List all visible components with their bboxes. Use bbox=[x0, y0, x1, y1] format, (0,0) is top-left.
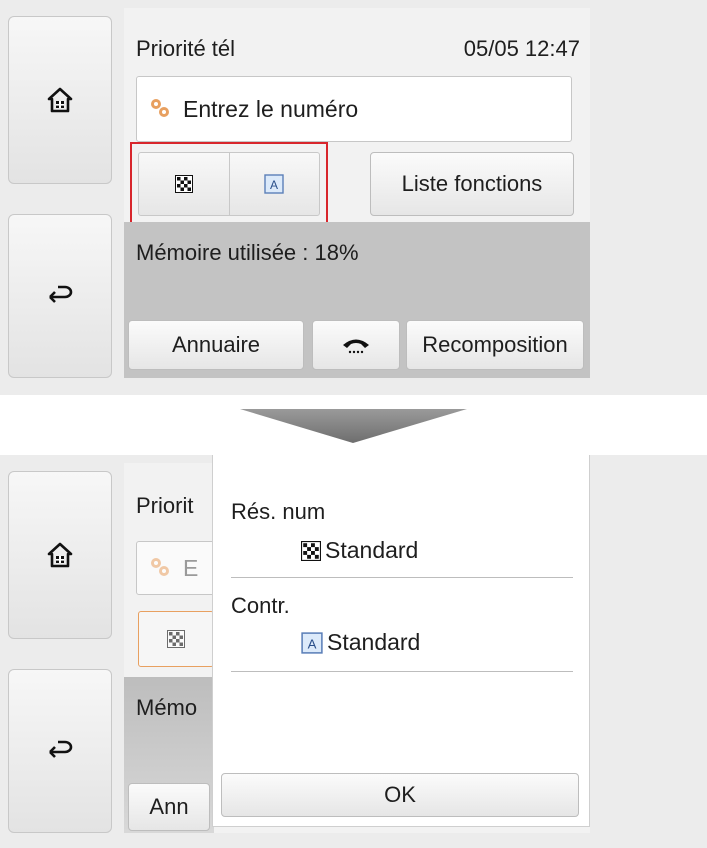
key-icon bbox=[151, 99, 169, 117]
fax-screen-before: Priorité tél 05/05 12:47 Entrez le numér… bbox=[0, 0, 707, 395]
resolution-toggle[interactable] bbox=[139, 153, 229, 215]
back-button[interactable] bbox=[8, 214, 112, 378]
fax-screen-after: Priorit E Mémo Ann Rés. num Standard Con… bbox=[0, 455, 707, 848]
fax-number-placeholder: Entrez le numéro bbox=[183, 95, 359, 122]
hook-button[interactable] bbox=[312, 320, 400, 370]
contrast-toggle[interactable]: A bbox=[228, 153, 320, 215]
resolution-value[interactable]: Standard bbox=[301, 537, 418, 564]
svg-text:A: A bbox=[308, 636, 317, 651]
contrast-label: Contr. bbox=[231, 593, 290, 618]
memory-panel-fragment: Mémo Ann bbox=[124, 677, 214, 833]
datetime: 05/05 12:47 bbox=[463, 36, 580, 61]
redial-button[interactable]: Recomposition bbox=[406, 320, 584, 370]
home-icon bbox=[47, 87, 73, 113]
memory-fragment: Mémo bbox=[136, 695, 198, 720]
contrast-value-text: Standard bbox=[327, 629, 421, 655]
function-list-button[interactable]: Liste fonctions bbox=[370, 152, 574, 216]
directory-button[interactable]: Annuaire bbox=[128, 320, 304, 370]
resolution-value-text: Standard bbox=[325, 537, 419, 563]
contrast-a-icon: A bbox=[264, 174, 284, 194]
checker-icon bbox=[167, 630, 185, 648]
phone-hook-icon bbox=[343, 339, 369, 354]
transition-arrow bbox=[0, 395, 707, 455]
fax-settings-fragment bbox=[138, 611, 214, 667]
checker-icon bbox=[301, 540, 321, 561]
down-arrow-icon bbox=[240, 409, 467, 443]
memory-usage: Mémoire utilisée : 18% bbox=[136, 240, 359, 265]
popup-divider bbox=[231, 577, 573, 578]
fax-number-input[interactable]: Entrez le numéro bbox=[136, 76, 572, 142]
back-icon bbox=[49, 740, 73, 758]
back-icon bbox=[49, 285, 73, 303]
home-icon bbox=[47, 542, 73, 568]
fax-main-panel: Priorité tél 05/05 12:47 Entrez le numér… bbox=[124, 8, 590, 378]
memory-panel: Mémoire utilisée : 18% Annuaire Recompos… bbox=[124, 222, 590, 378]
contrast-value[interactable]: A Standard bbox=[301, 629, 420, 656]
home-button[interactable] bbox=[8, 16, 112, 184]
resolution-label: Rés. num bbox=[231, 499, 326, 524]
home-button[interactable] bbox=[8, 471, 112, 639]
svg-text:A: A bbox=[270, 178, 278, 192]
back-button[interactable] bbox=[8, 669, 112, 833]
page-title: Priorité tél bbox=[136, 36, 236, 61]
popup-divider bbox=[231, 671, 573, 672]
directory-button-fragment: Ann bbox=[128, 783, 210, 831]
contrast-a-icon: A bbox=[301, 631, 323, 654]
key-icon bbox=[151, 558, 169, 576]
fax-settings-button[interactable]: A bbox=[138, 152, 320, 216]
page-title-fragment: Priorit bbox=[136, 493, 194, 518]
ok-button[interactable]: OK bbox=[221, 773, 579, 817]
fax-settings-highlight: A bbox=[130, 142, 328, 228]
fax-settings-popup: Rés. num Standard Contr. A Standard OK bbox=[212, 455, 590, 827]
checker-icon bbox=[174, 175, 193, 193]
fax-number-fragment: E bbox=[183, 554, 199, 581]
